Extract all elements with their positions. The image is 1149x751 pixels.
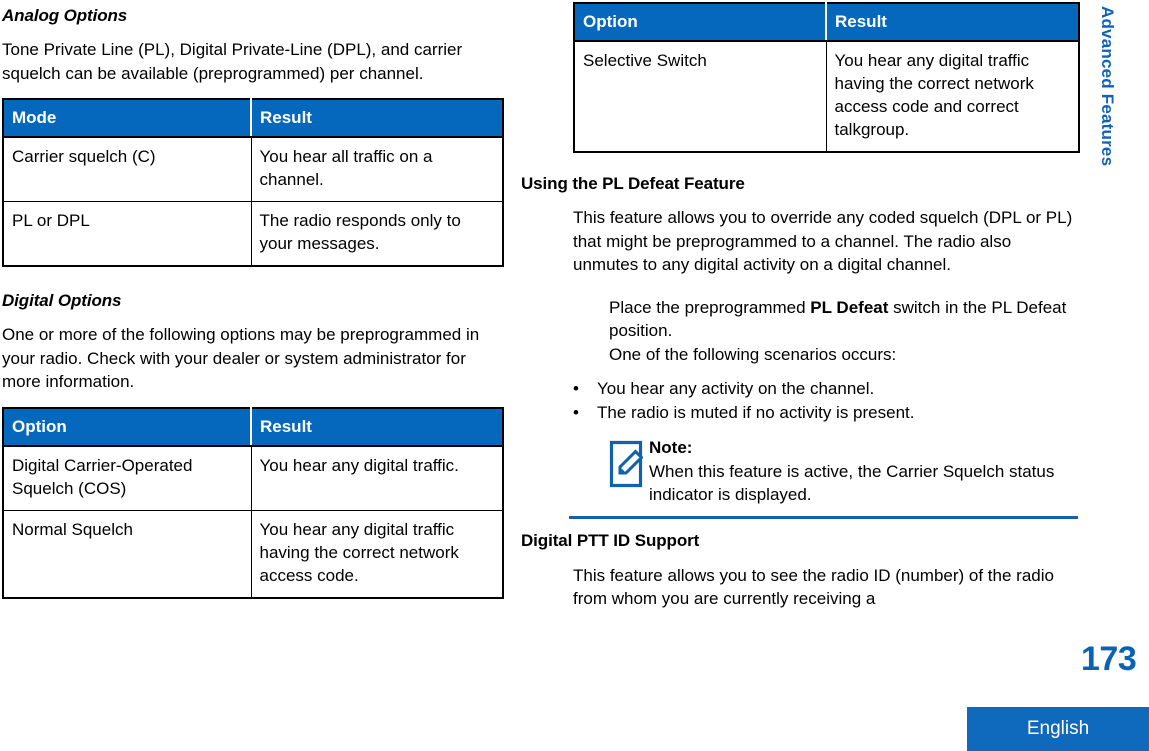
table-header-cell: Option bbox=[3, 407, 252, 447]
analog-options-table: Mode Result Carrier squelch (C) You hear… bbox=[2, 98, 504, 267]
table-header-cell: Result bbox=[251, 407, 503, 447]
table-header-row: Option Result bbox=[574, 3, 1079, 42]
digital-options-paragraph: One or more of the following options may… bbox=[2, 325, 480, 391]
table-cell: You hear any digital traffic having the … bbox=[251, 509, 503, 598]
pl-defeat-step-prefix: Place the preprogrammed bbox=[609, 297, 811, 317]
note-pencil-icon bbox=[609, 436, 649, 507]
analog-options-paragraph: Tone Private Line (PL), Digital Private-… bbox=[2, 40, 463, 83]
table-cell: PL or DPL bbox=[3, 201, 252, 266]
table-cell: Selective Switch bbox=[574, 41, 827, 152]
bullet-dot-icon: • bbox=[573, 402, 579, 422]
pl-defeat-heading: Using the PL Defeat Feature bbox=[521, 174, 745, 193]
left-column: Analog Options Tone Private Line (PL), D… bbox=[2, 0, 504, 599]
page-number: 173 bbox=[1081, 640, 1137, 678]
table-cell: You hear all traffic on a channel. bbox=[259, 147, 433, 189]
list-item: • You hear any activity on the channel. bbox=[573, 377, 1079, 401]
table-header-cell: Result bbox=[826, 3, 1079, 42]
table-header-cell: Mode bbox=[3, 99, 252, 138]
list-item-label: You hear any activity on the channel. bbox=[597, 379, 875, 398]
digital-options-heading: Digital Options bbox=[2, 291, 122, 310]
analog-options-heading: Analog Options bbox=[2, 6, 128, 25]
table-header-row: Option Result bbox=[3, 407, 503, 447]
table-cell: Digital Carrier-Operated Squelch (COS) bbox=[3, 445, 252, 510]
table-header-cell: Option bbox=[574, 3, 827, 42]
list-item: • The radio is muted if no activity is p… bbox=[573, 401, 1079, 425]
table-row: Normal Squelch You hear any digital traf… bbox=[3, 509, 503, 598]
table-row: Digital Carrier-Operated Squelch (COS) Y… bbox=[3, 445, 503, 510]
note-callout: Note: When this feature is active, the C… bbox=[609, 436, 1079, 507]
table-cell: Normal Squelch bbox=[3, 509, 252, 598]
note-text: When this feature is active, the Carrier… bbox=[649, 461, 1055, 505]
scenarios-bullet-list: • You hear any activity on the channel. … bbox=[521, 377, 1079, 424]
table-cell: The radio responds only to your messages… bbox=[251, 201, 503, 266]
table-header-row: Mode Result bbox=[3, 99, 503, 138]
note-body: Note: When this feature is active, the C… bbox=[649, 436, 1069, 507]
table-row: PL or DPL The radio responds only to you… bbox=[3, 201, 503, 266]
pl-defeat-step: Place the preprogrammed PL Defeat switch… bbox=[609, 296, 1079, 343]
digital-options-table: Option Result Digital Carrier-Operated S… bbox=[2, 406, 504, 599]
digital-ptt-id-paragraph: This feature allows you to see the radio… bbox=[573, 565, 1054, 609]
table-cell: You hear any digital traffic. bbox=[259, 455, 459, 475]
section-side-tab: Advanced Features bbox=[1098, 6, 1117, 167]
bullet-dot-icon: • bbox=[573, 379, 579, 398]
manual-page: Analog Options Tone Private Line (PL), D… bbox=[0, 0, 1149, 751]
table-row: Carrier squelch (C) You hear all traffic… bbox=[3, 137, 503, 202]
table-header-cell: Result bbox=[251, 99, 503, 138]
table-cell: Carrier squelch (C) bbox=[3, 137, 252, 202]
scenarios-intro: One of the following scenarios occurs: bbox=[609, 344, 897, 364]
digital-ptt-id-heading: Digital PTT ID Support bbox=[521, 530, 700, 550]
selective-switch-table: Option Result Selective Switch You hear … bbox=[573, 2, 1080, 153]
right-column: Option Result Selective Switch You hear … bbox=[521, 0, 1080, 611]
table-row: Selective Switch You hear any digital tr… bbox=[574, 41, 1079, 152]
note-title: Note: bbox=[649, 438, 693, 457]
pl-defeat-switch-name: PL Defeat bbox=[810, 297, 889, 317]
language-tab: English bbox=[967, 707, 1149, 751]
pl-defeat-paragraph: This feature allows you to override any … bbox=[573, 208, 1073, 274]
list-item-label: The radio is muted if no activity is pre… bbox=[597, 402, 915, 422]
table-cell: You hear any digital traffic having the … bbox=[834, 51, 1034, 139]
